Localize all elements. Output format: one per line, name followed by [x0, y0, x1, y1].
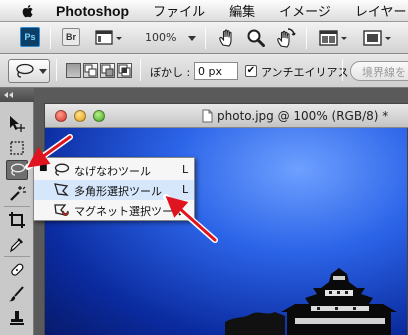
document-title-bar[interactable]: photo.jpg @ 100% (RGB/8) * — [45, 104, 408, 128]
menu-edit[interactable]: 編集 — [229, 1, 255, 20]
feather-input[interactable] — [194, 62, 238, 80]
subtract-from-selection-button[interactable] — [100, 63, 115, 78]
refine-edge-button[interactable]: 境界線を — [350, 61, 408, 81]
intersect-selection-button[interactable] — [117, 63, 132, 78]
apple-logo-icon[interactable] — [20, 3, 36, 19]
lasso-tool-icon — [16, 63, 34, 78]
move-tool[interactable] — [6, 114, 28, 134]
brush-tool[interactable] — [6, 284, 28, 304]
tools-panel — [0, 88, 34, 335]
magic-wand-tool[interactable] — [6, 184, 28, 204]
zoom-window-button[interactable] — [93, 110, 105, 122]
shortcut-key: L — [182, 163, 189, 176]
document-title: photo.jpg @ 100% (RGB/8) * — [217, 109, 389, 123]
menu-item-label: なげなわツール — [74, 165, 151, 178]
menu-item-label: マグネット選択ツール — [74, 205, 184, 218]
divider — [50, 27, 51, 49]
shortcut-key: L — [182, 183, 189, 196]
eyedropper-tool[interactable] — [6, 234, 28, 254]
crop-tool-icon — [9, 212, 25, 228]
rectangular-marquee-icon — [10, 141, 24, 155]
document-icon — [202, 109, 213, 123]
close-window-button[interactable] — [55, 110, 67, 122]
screen-mode-menu-button[interactable] — [362, 28, 394, 48]
zoom-dropdown-icon[interactable] — [188, 36, 196, 41]
menu-image[interactable]: イメージ — [279, 1, 331, 20]
divider — [140, 59, 141, 81]
app-menu-photoshop[interactable]: Photoshop — [56, 3, 129, 19]
zoom-tool-icon[interactable] — [246, 28, 266, 48]
polygonal-lasso-tool-icon — [54, 183, 69, 196]
menu-file[interactable]: ファイル — [153, 1, 205, 20]
divider — [342, 59, 343, 81]
arrange-documents-button[interactable] — [318, 28, 350, 48]
lasso-tool[interactable] — [6, 160, 28, 180]
divider — [205, 27, 206, 49]
divider — [4, 256, 30, 257]
eyedropper-icon — [10, 238, 23, 253]
marquee-tool[interactable] — [6, 138, 28, 158]
menu-bar: Photoshop ファイル 編集 イメージ レイヤー — [0, 0, 408, 22]
rotate-view-icon[interactable] — [274, 27, 296, 49]
intersect-selection-icon — [118, 64, 131, 77]
lasso-tool-icon — [10, 163, 26, 176]
feather-label: ぼかし : — [150, 66, 191, 79]
options-bar: ぼかし : ✔ アンチエイリアス 境界線を — [0, 54, 408, 88]
add-selection-icon — [84, 64, 97, 77]
lasso-tool-icon — [54, 163, 70, 176]
chevron-down-icon — [39, 69, 47, 74]
divider — [306, 27, 307, 49]
crop-tool[interactable] — [6, 210, 28, 230]
hand-tool-icon[interactable] — [217, 28, 237, 48]
menu-item-label: 多角形選択ツール — [74, 185, 162, 198]
divider — [56, 59, 57, 81]
view-extras-button[interactable] — [94, 28, 124, 48]
launch-bridge-button[interactable]: Br — [62, 28, 80, 46]
clone-stamp-tool[interactable] — [6, 308, 28, 328]
move-tool-icon — [10, 116, 25, 132]
menu-item-magnetic-lasso-tool[interactable]: マグネット選択ツール — [34, 200, 194, 220]
antialias-checkbox[interactable]: ✔ — [245, 65, 257, 77]
arrange-documents-icon — [319, 30, 347, 46]
application-bar: Ps Br 100% — [0, 22, 408, 54]
collapse-panel-icon — [4, 92, 13, 98]
healing-brush-icon — [11, 263, 24, 276]
zoom-level[interactable]: 100% — [145, 31, 176, 44]
castle-photo — [225, 268, 397, 335]
screen-mode-menu-icon — [363, 30, 391, 46]
tool-preset-picker[interactable] — [8, 59, 50, 83]
brush-tool-icon — [9, 286, 24, 302]
add-to-selection-button[interactable] — [83, 63, 98, 78]
new-selection-button[interactable] — [66, 63, 81, 78]
antialias-label: アンチエイリアス — [261, 66, 349, 79]
menu-item-polygonal-lasso-tool[interactable]: 多角形選択ツール L — [34, 180, 194, 200]
spot-healing-brush-tool[interactable] — [6, 260, 28, 280]
divider — [4, 206, 30, 207]
magic-wand-icon — [10, 186, 26, 201]
lasso-tools-flyout-menu: ■ なげなわツール L 多角形選択ツール L マグネット選択ツール — [33, 157, 195, 221]
screen-mode-icon — [95, 30, 122, 45]
menu-item-lasso-tool[interactable]: ■ なげなわツール L — [34, 160, 194, 180]
magnetic-lasso-tool-icon — [54, 204, 69, 217]
active-tool-bullet-icon: ■ — [39, 163, 48, 173]
tools-panel-header[interactable] — [0, 88, 34, 102]
subtract-selection-icon — [101, 64, 114, 77]
clone-stamp-icon — [10, 311, 24, 325]
photoshop-logo: Ps — [20, 27, 40, 47]
minimize-window-button[interactable] — [74, 110, 86, 122]
menu-layer[interactable]: レイヤー — [355, 1, 407, 20]
